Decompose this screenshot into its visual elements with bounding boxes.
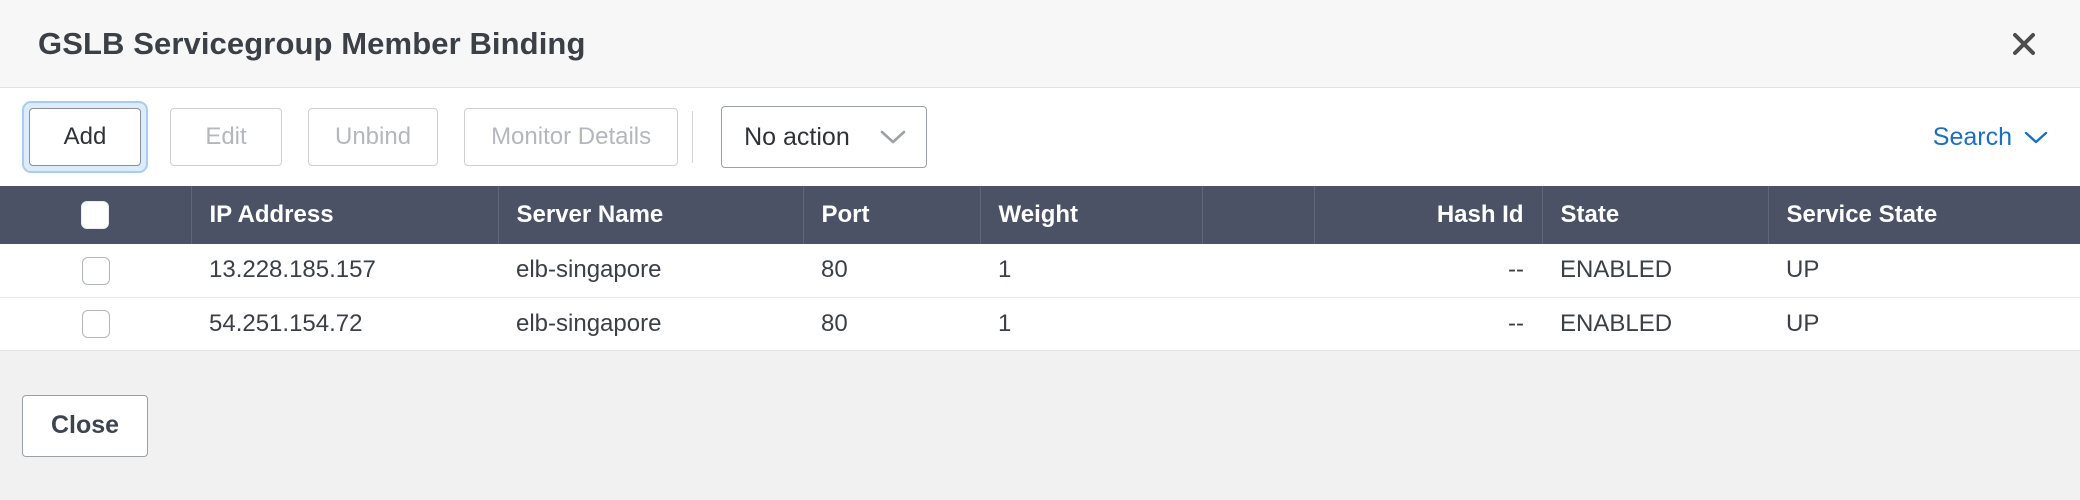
column-header-port[interactable]: Port [803, 186, 981, 244]
close-icon[interactable] [2002, 22, 2046, 66]
column-header-ip-address[interactable]: IP Address [191, 186, 499, 244]
table-header: IP Address Server Name Port Weight Hash … [0, 186, 2080, 244]
table-header-row: IP Address Server Name Port Weight Hash … [0, 186, 2080, 244]
table-row[interactable]: 54.251.154.72 elb-singapore 80 1 -- ENAB… [0, 297, 2080, 350]
chevron-down-icon [2024, 130, 2048, 145]
cell-weight: 1 [998, 256, 1012, 284]
cell-blank [1202, 244, 1314, 297]
cell-server-name: elb-singapore [516, 309, 662, 337]
column-header-hash-id[interactable]: Hash Id [1314, 186, 1543, 244]
cell-hash-id: -- [1508, 256, 1524, 284]
add-button[interactable]: Add [29, 108, 141, 166]
cell-service-state: UP [1786, 309, 1820, 337]
dialog-footer: Close [0, 351, 2080, 500]
toolbar: Add Edit Unbind Monitor Details No actio… [0, 88, 2080, 186]
cell-ip-address: 54.251.154.72 [209, 309, 363, 337]
close-button[interactable]: Close [22, 394, 149, 457]
add-button-focus-ring: Add [22, 101, 148, 173]
member-binding-table-container: IP Address Server Name Port Weight Hash … [0, 186, 2080, 351]
column-header-weight[interactable]: Weight [980, 186, 1203, 244]
member-binding-table: IP Address Server Name Port Weight Hash … [0, 186, 2080, 350]
monitor-details-button[interactable]: Monitor Details [464, 108, 679, 166]
unbind-button[interactable]: Unbind [308, 108, 439, 166]
cell-hash-id: -- [1508, 309, 1524, 337]
cell-ip-address: 13.228.185.157 [209, 256, 376, 284]
cell-port: 80 [821, 309, 848, 337]
column-header-state[interactable]: State [1542, 186, 1769, 244]
row-select-cell [0, 244, 191, 297]
chevron-down-icon [880, 129, 906, 145]
edit-button[interactable]: Edit [170, 108, 282, 166]
action-select-value: No action [744, 122, 850, 151]
row-select-cell [0, 297, 191, 350]
toolbar-divider [692, 111, 694, 163]
cell-server-name: elb-singapore [516, 256, 662, 284]
search-toggle[interactable]: Search [1933, 123, 2048, 152]
column-header-service-state[interactable]: Service State [1768, 186, 2080, 244]
column-header-blank [1202, 186, 1315, 244]
table-row[interactable]: 13.228.185.157 elb-singapore 80 1 -- ENA… [0, 244, 2080, 297]
dialog-titlebar: GSLB Servicegroup Member Binding [0, 0, 2080, 88]
cell-port: 80 [821, 256, 848, 284]
gslb-servicegroup-member-binding-dialog: GSLB Servicegroup Member Binding Add Edi… [0, 0, 2080, 500]
row-checkbox[interactable] [81, 310, 110, 339]
cell-service-state: UP [1786, 256, 1820, 284]
select-all-checkbox[interactable] [81, 201, 110, 230]
column-header-select-all [0, 186, 192, 244]
cell-state: ENABLED [1560, 309, 1673, 337]
cell-blank [1202, 297, 1314, 350]
column-header-server-name[interactable]: Server Name [498, 186, 804, 244]
table-body: 13.228.185.157 elb-singapore 80 1 -- ENA… [0, 244, 2080, 350]
action-select[interactable]: No action [721, 106, 927, 168]
search-label: Search [1932, 122, 2012, 151]
cell-weight: 1 [998, 309, 1012, 337]
cell-state: ENABLED [1560, 256, 1673, 284]
page-title: GSLB Servicegroup Member Binding [38, 25, 586, 61]
row-checkbox[interactable] [81, 256, 110, 285]
